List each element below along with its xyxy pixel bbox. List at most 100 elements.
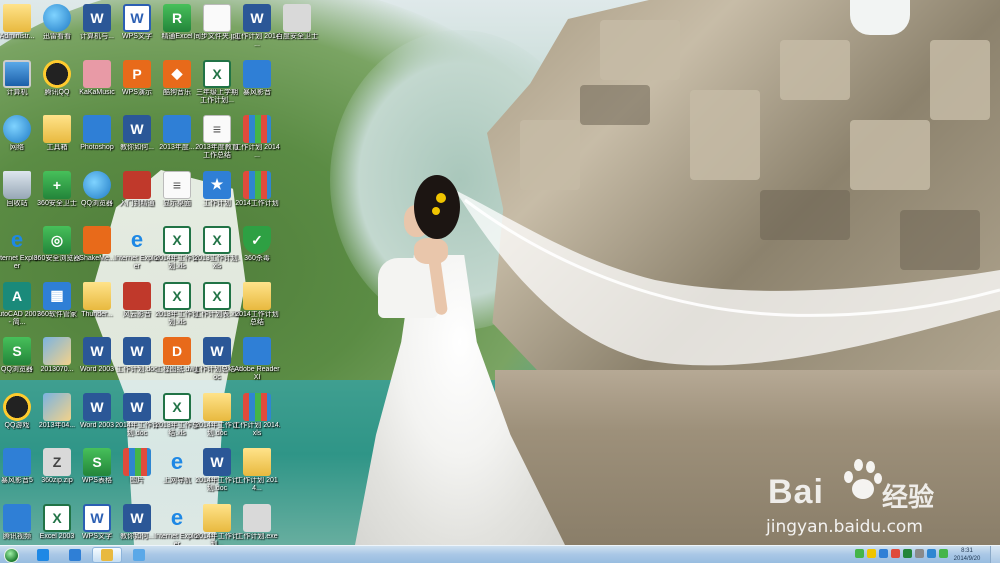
desktop-icon-image: ◎ (43, 226, 71, 254)
tray-icon[interactable] (939, 549, 948, 558)
desktop-icon[interactable]: 入门到精通 (117, 170, 157, 227)
taskbar-button-window[interactable] (124, 547, 154, 563)
desktop-icon[interactable]: W 教你如何... (117, 115, 157, 171)
desktop-icon[interactable]: Adobe Reader XI (234, 337, 280, 393)
desktop-icon[interactable]: Photoshop (77, 115, 117, 171)
desktop-icon[interactable]: W WPS文字 (117, 4, 157, 60)
desktop-icon[interactable]: 工作计划 2014.xls (233, 392, 281, 449)
taskbar-button-browser[interactable] (60, 547, 90, 563)
taskbar-button-ie[interactable] (28, 547, 58, 563)
desktop-icon[interactable]: ✓ 360杀毒 (237, 226, 277, 282)
desktop-icon[interactable]: eInternet Explorer (114, 226, 160, 282)
taskbar-button-explorer[interactable] (92, 547, 122, 563)
desktop-icon[interactable]: X 三年级上学期工作计划... (196, 59, 238, 116)
desktop-icon[interactable]: Administr... (0, 4, 37, 60)
desktop-icon[interactable]: 风云影音 (117, 281, 157, 338)
desktop-icon[interactable]: W Word 2003 (77, 392, 117, 449)
desktop-icon[interactable]: X 工作计划表.xls (194, 281, 240, 338)
desktop-icon[interactable]: X 2013年工作计划.xls (155, 281, 199, 338)
desktop-icon[interactable]: 腾讯QQ (37, 59, 77, 116)
desktop-icon-image: Z (43, 448, 71, 476)
tray-icon[interactable] (927, 549, 936, 558)
clock-time: 8:31 (961, 548, 973, 554)
desktop-icon-image: ≡ (163, 170, 191, 199)
desktop-icon-image: X (203, 281, 231, 310)
desktop-icon[interactable]: +360安全卫士 (37, 170, 77, 227)
desktop-icon[interactable]: 同步文件夹.jpg (194, 4, 240, 60)
desktop-icon[interactable]: S WPS表格 (77, 448, 117, 504)
desktop-icon[interactable]: ≡ 显示桌面 (157, 170, 197, 227)
tray-icon[interactable] (855, 549, 864, 558)
desktop-icon[interactable]: Z 360zip.zip (37, 448, 77, 504)
desktop-icon-image (3, 503, 31, 532)
desktop-icon[interactable]: AAutoCAD 2007 - 简... (0, 281, 40, 338)
desktop-icon[interactable]: 工具箱 (37, 115, 77, 171)
desktop-icon[interactable]: 回收站 (0, 170, 37, 227)
desktop-icon-image (3, 4, 31, 32)
desktop-icon[interactable]: W 2014年工作计划.doc (115, 392, 159, 449)
wallpaper-rock-block (930, 40, 990, 120)
desktop-icon[interactable]: W 计算机与... (77, 4, 117, 60)
desktop-icon[interactable]: S QQ浏览器 (0, 337, 37, 393)
desktop-icon[interactable]: W Word 2003 (77, 337, 117, 393)
desktop-icon[interactable]: X 2013工作计划.xls (194, 226, 240, 282)
desktop-icon[interactable]: ◆ 酷狗音乐 (157, 59, 197, 116)
desktop-icon[interactable]: e 上网导航 (157, 448, 197, 504)
desktop-icon[interactable]: ShakeMe... (77, 226, 117, 282)
desktop-icon-image: S (83, 448, 111, 476)
show-desktop-button[interactable] (990, 546, 1000, 563)
desktop-icon-image (243, 170, 271, 199)
wallpaper-veil (455, 190, 1000, 366)
desktop-icon[interactable]: 图片 (117, 448, 157, 504)
desktop-icon[interactable]: 暴风影音 (237, 59, 277, 116)
tray-icon[interactable] (903, 549, 912, 558)
desktop-icon[interactable]: ▦ 360软件管家 (37, 281, 77, 338)
desktop-icon[interactable]: W 工作计划 2014 ... (234, 4, 280, 60)
desktop-icon[interactable]: QQ浏览器 (77, 170, 117, 227)
desktop-icon[interactable]: 网络 (0, 115, 37, 171)
desktop-icon[interactable]: P WPS演示 (117, 59, 157, 116)
start-button[interactable] (0, 546, 22, 563)
tray-icon[interactable] (879, 549, 888, 558)
desktop-icon[interactable]: 暴风影音5 (0, 448, 37, 504)
desktop-icon[interactable]: W 工作计划总结.doc (193, 337, 241, 393)
desktop-icon[interactable]: eInternet Explorer (0, 226, 40, 282)
desktop-icon[interactable]: 2013070... (37, 337, 77, 393)
desktop-icon[interactable]: 2013年度... (157, 115, 197, 171)
desktop-icon[interactable]: KaKaMusic (77, 59, 117, 116)
desktop-icon-image (243, 115, 271, 143)
desktop-icon-image (3, 59, 31, 88)
wallpaper-rock-block (600, 20, 680, 80)
desktop-icon[interactable]: Thunder... (77, 281, 117, 338)
desktop-icon-image (83, 59, 111, 88)
desktop-icon[interactable]: 百度安全卫士 (276, 4, 318, 60)
desktop-icon[interactable]: 2014工作计划 (235, 170, 279, 227)
desktop-icon[interactable]: W 2014年工作计划.doc (195, 448, 239, 504)
desktop-icon[interactable]: ≡ 2013年度教育工作总结 (195, 115, 239, 171)
desktop-icon[interactable]: 2013年04... (37, 392, 77, 449)
desktop-icon[interactable]: D 工程图纸.dwg (156, 337, 198, 393)
desktop-icon-image (83, 281, 111, 310)
desktop-icon[interactable]: ◎ 360安全浏览器 (34, 226, 80, 282)
desktop-icon-image (43, 337, 71, 365)
desktop-icon[interactable]: 工作计划 2014... (236, 448, 278, 504)
desktop-icon[interactable]: W 工作计划.doc (116, 337, 158, 393)
desktop-icon[interactable]: R 精通Excel (157, 4, 197, 60)
desktop-icon[interactable]: X 2014年工作计划.xls (155, 226, 199, 282)
tray-icon[interactable] (891, 549, 900, 558)
wallpaper-rock-shadow (580, 85, 650, 125)
taskbar-clock[interactable]: 8:31 2014/9/20 (948, 547, 986, 563)
tray-icon[interactable] (915, 549, 924, 558)
desktop-icon[interactable]: 2014工作计划总结 (235, 281, 279, 338)
desktop-icon[interactable]: QQ游戏 (0, 392, 37, 449)
desktop-icon[interactable]: 2014年工作计划.doc (195, 392, 239, 449)
desktop-icon-image: W (123, 503, 151, 532)
desktop-icon[interactable]: 工作计划 2014 ... (234, 115, 280, 171)
desktop-icon-image (243, 59, 271, 88)
desktop-icon[interactable]: 迅雷看看 (37, 4, 77, 60)
desktop-icon[interactable]: ★ 工作计划 (197, 170, 237, 227)
tray-icon[interactable] (867, 549, 876, 558)
desktop-icon-image: W (203, 337, 231, 365)
desktop-icon[interactable]: 计算机 (0, 59, 37, 116)
desktop-icon[interactable]: X 2013年工作总结.xls (155, 392, 199, 449)
